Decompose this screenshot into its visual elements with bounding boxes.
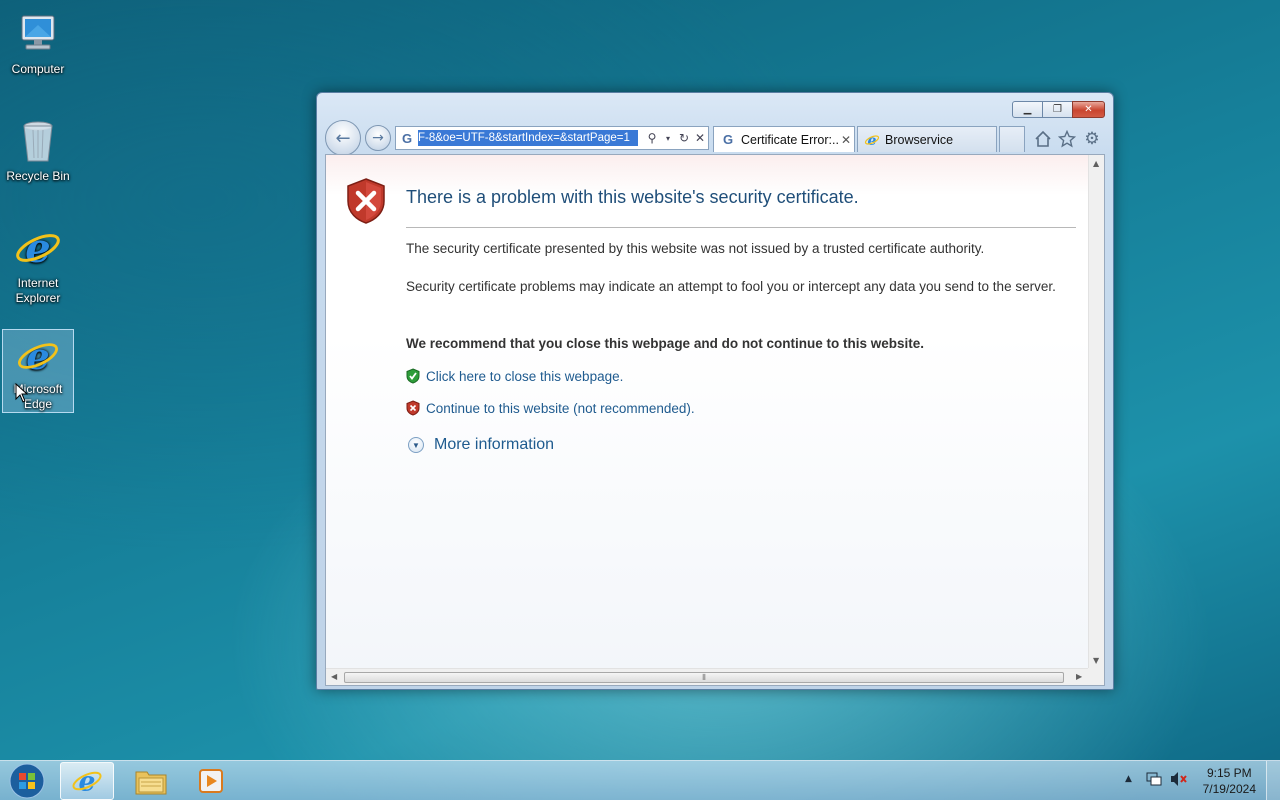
svg-text:e: e [79,766,96,797]
gear-icon[interactable]: ⚙ [1082,129,1102,149]
more-information-toggle[interactable]: ▼ More information [408,436,554,454]
network-icon[interactable] [1146,771,1162,790]
close-window-button[interactable]: ✕ [1072,101,1105,118]
chevron-down-icon: ▼ [408,437,424,453]
recommendation-text: We recommend that you close this webpage… [406,336,925,351]
svg-text:e: e [868,133,877,148]
shield-error-icon [347,178,385,224]
system-clock[interactable]: 9:15 PM 7/19/2024 [1203,765,1256,797]
browser-window: ▁ ❐ ✕ ← → G F-8&oe=UTF-8&startIndex=&sta… [316,92,1114,690]
mouse-cursor-icon [15,383,29,403]
favorites-star-icon[interactable] [1057,129,1077,149]
internet-explorer-icon: e [864,133,880,148]
more-information-label[interactable]: More information [434,436,554,454]
horizontal-scrollbar[interactable]: ◀ ⦀ ▶ [326,668,1090,685]
page-title: There is a problem with this website's s… [406,187,859,207]
scroll-up-arrow-icon[interactable]: ▲ [1093,159,1099,168]
shield-check-icon [406,368,420,384]
internet-explorer-icon: e [16,225,60,272]
new-tab-button[interactable] [999,126,1025,152]
svg-text:e: e [26,335,49,378]
desktop-icon-microsoft-edge[interactable]: e Microsoft Edge [2,329,74,413]
computer-icon [21,15,55,50]
tab-title: Browservice [885,132,954,147]
google-icon: G [401,130,413,146]
desktop-icon-recycle-bin[interactable]: Recycle Bin [2,113,74,184]
recycle-bin-icon [23,121,53,162]
close-webpage-link[interactable]: Click here to close this webpage. [406,368,623,384]
show-desktop-button[interactable] [1266,761,1280,800]
desktop-icon-label: Computer [11,62,65,76]
continue-to-website-link[interactable]: Continue to this website (not recommende… [406,400,695,416]
horizontal-scroll-thumb[interactable]: ⦀ [344,672,1064,683]
google-icon: G [722,131,734,147]
internet-explorer-icon: e [72,766,102,797]
forward-button[interactable]: → [365,125,391,151]
scroll-left-arrow-icon[interactable]: ◀ [331,672,337,681]
taskbar-media-player[interactable] [184,762,238,800]
tab-browservice[interactable]: e Browservice [857,126,997,152]
continue-link-text[interactable]: Continue to this website (not recommende… [426,401,695,416]
tab-title: Certificate Error:... [741,132,838,147]
search-icon[interactable]: ⚲ [644,131,660,145]
home-icon[interactable] [1033,129,1053,149]
clock-time: 9:15 PM [1206,766,1252,780]
forward-arrow-icon: → [372,130,384,146]
volume-muted-icon[interactable] [1170,771,1188,790]
desktop-icon-computer[interactable]: Computer [2,6,74,77]
desktop-icon-label: Recycle Bin [6,169,70,183]
windows-logo-icon [9,763,45,799]
taskbar-internet-explorer[interactable]: e [60,762,114,800]
error-description: The security certificate presented by th… [406,241,985,256]
svg-text:e: e [25,225,50,272]
shield-x-icon [406,400,420,416]
taskbar-file-explorer[interactable] [124,762,178,800]
refresh-icon[interactable]: ↻ [676,131,692,145]
close-tab-icon[interactable]: ✕ [838,133,854,147]
close-webpage-link-text[interactable]: Click here to close this webpage. [426,369,623,384]
media-player-icon [199,769,223,793]
address-url[interactable]: F-8&oe=UTF-8&startIndex=&startPage=1 [418,130,638,146]
taskbar: e ▲ 9:15 PM 7/19/2024 [0,760,1280,800]
scroll-down-arrow-icon[interactable]: ▼ [1093,656,1099,665]
desktop-icon-label: Internet Explorer [15,276,61,305]
address-bar[interactable]: G F-8&oe=UTF-8&startIndex=&startPage=1 ⚲… [395,126,709,150]
internet-explorer-icon: e [18,335,58,378]
page-viewport: There is a problem with this website's s… [325,154,1105,686]
back-arrow-icon: ← [335,127,351,149]
stop-icon[interactable]: ✕ [692,131,708,145]
minimize-button[interactable]: ▁ [1012,101,1043,118]
folder-icon [135,771,167,795]
maximize-button[interactable]: ❐ [1042,101,1073,118]
tab-certificate-error[interactable]: G Certificate Error:... ✕ [713,126,855,152]
certificate-error-page: There is a problem with this website's s… [326,155,1090,669]
desktop-icon-internet-explorer[interactable]: e Internet Explorer [2,220,74,306]
dropdown-chevron-icon[interactable]: ▾ [660,134,676,143]
scroll-right-arrow-icon[interactable]: ▶ [1076,672,1082,681]
scrollbar-corner [1088,668,1104,685]
vertical-scrollbar[interactable]: ▲ ▼ [1088,155,1104,669]
back-button[interactable]: ← [325,120,361,156]
clock-date: 7/19/2024 [1202,782,1256,796]
warning-description: Security certificate problems may indica… [406,279,1056,294]
title-divider [406,227,1076,228]
window-caption-buttons: ▁ ❐ ✕ [1012,101,1105,118]
start-button[interactable] [4,762,50,800]
show-hidden-icons-arrow[interactable]: ▲ [1125,774,1132,784]
